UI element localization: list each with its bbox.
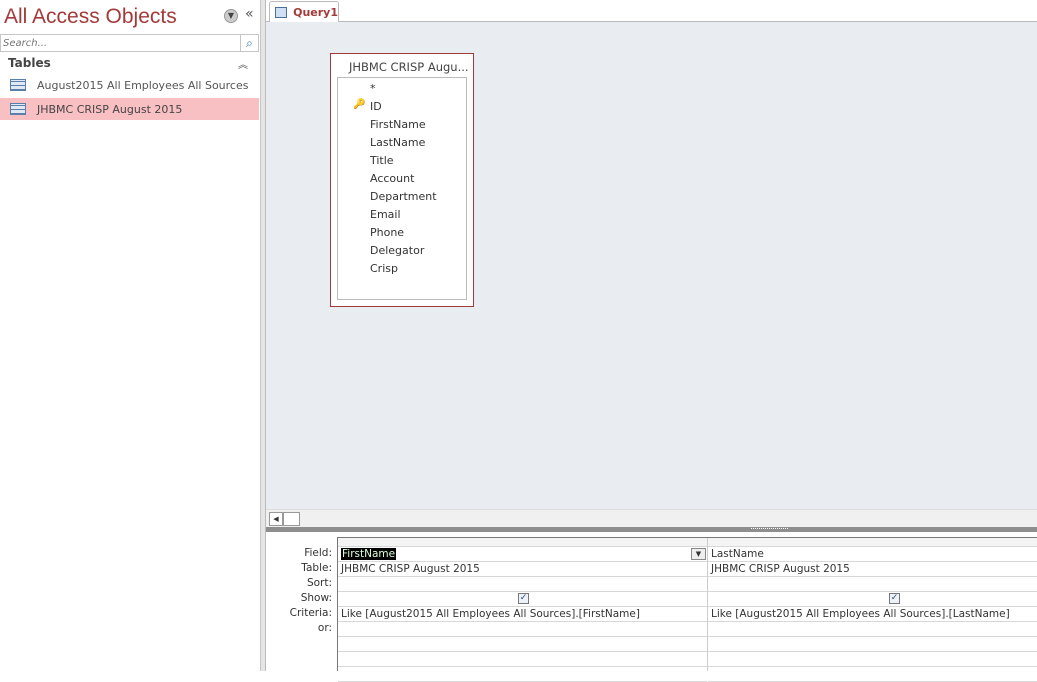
empty-cell[interactable] bbox=[708, 667, 1037, 682]
field-cell[interactable]: FirstName ▼ bbox=[338, 547, 707, 562]
field-item[interactable]: Delegator bbox=[370, 244, 424, 257]
criteria-cell[interactable]: Like [August2015 All Employees All Sourc… bbox=[338, 607, 707, 622]
or-cell[interactable] bbox=[338, 622, 707, 637]
show-checkbox[interactable]: ✓ bbox=[518, 593, 529, 604]
dropdown-arrow-icon[interactable]: ▼ bbox=[691, 548, 706, 560]
column-selector[interactable] bbox=[338, 538, 707, 547]
field-item[interactable]: ID bbox=[370, 100, 382, 113]
search-box: ⌕ bbox=[0, 34, 259, 52]
row-label-field: Field: bbox=[304, 547, 332, 559]
field-item[interactable]: Email bbox=[370, 208, 401, 221]
field-item[interactable]: * bbox=[370, 82, 376, 95]
nav-item-table-selected[interactable]: JHBMC CRISP August 2015 bbox=[0, 98, 259, 120]
nav-item-table[interactable]: August2015 All Employees All Sources bbox=[0, 74, 259, 96]
show-cell: ✓ bbox=[338, 592, 707, 607]
table-icon bbox=[10, 103, 26, 115]
field-value: FirstName bbox=[341, 548, 397, 560]
query-icon bbox=[275, 7, 288, 18]
field-item[interactable]: Crisp bbox=[370, 262, 398, 275]
row-label-criteria: Criteria: bbox=[289, 607, 332, 619]
table-cell[interactable]: JHBMC CRISP August 2015 bbox=[338, 562, 707, 577]
scroll-left-arrow-icon[interactable]: ◀ bbox=[269, 512, 283, 526]
search-input[interactable] bbox=[1, 35, 240, 51]
row-label-sort: Sort: bbox=[306, 577, 332, 589]
document-tabs: Query1 bbox=[266, 0, 1037, 23]
table-field-list[interactable]: JHBMC CRISP Augu... 🔑 * ID FirstName Las… bbox=[330, 53, 474, 307]
tab-query1[interactable]: Query1 bbox=[269, 1, 339, 23]
sort-cell[interactable] bbox=[708, 577, 1037, 592]
row-label-table: Table: bbox=[301, 562, 332, 574]
show-checkbox[interactable]: ✓ bbox=[889, 593, 900, 604]
nav-item-label: JHBMC CRISP August 2015 bbox=[37, 102, 183, 116]
grid-column-2: LastName JHBMC CRISP August 2015 ✓ Like … bbox=[708, 538, 1037, 682]
row-label-show: Show: bbox=[300, 592, 332, 604]
field-item[interactable]: Phone bbox=[370, 226, 404, 239]
field-item[interactable]: LastName bbox=[370, 136, 425, 149]
empty-cell[interactable] bbox=[338, 652, 707, 667]
grid-column-1: FirstName ▼ JHBMC CRISP August 2015 ✓ Lik… bbox=[338, 538, 708, 682]
empty-cell[interactable] bbox=[338, 637, 707, 652]
empty-cell[interactable] bbox=[708, 652, 1037, 667]
show-cell: ✓ bbox=[708, 592, 1037, 607]
sort-cell[interactable] bbox=[338, 577, 707, 592]
nav-pane-title[interactable]: All Access Objects bbox=[4, 5, 177, 29]
query-design-area: JHBMC CRISP Augu... 🔑 * ID FirstName Las… bbox=[266, 22, 1037, 509]
collapse-pane-icon[interactable]: « bbox=[245, 6, 254, 22]
nav-menu-dropdown-icon[interactable]: ▼ bbox=[224, 9, 238, 23]
scroll-thumb[interactable] bbox=[283, 512, 300, 526]
row-label-or: or: bbox=[317, 622, 332, 634]
criteria-cell[interactable]: Like [August2015 All Employees All Sourc… bbox=[708, 607, 1037, 622]
group-header-tables[interactable]: Tables bbox=[8, 56, 51, 70]
table-icon bbox=[10, 79, 26, 91]
horizontal-scrollbar[interactable]: ◀ bbox=[266, 509, 1037, 527]
empty-cell[interactable] bbox=[338, 667, 707, 682]
or-cell[interactable] bbox=[708, 622, 1037, 637]
tab-label: Query1 bbox=[293, 6, 338, 19]
field-list-title[interactable]: JHBMC CRISP Augu... bbox=[349, 60, 469, 74]
column-selector[interactable] bbox=[708, 538, 1037, 547]
empty-cell[interactable] bbox=[708, 637, 1037, 652]
table-cell[interactable]: JHBMC CRISP August 2015 bbox=[708, 562, 1037, 577]
field-item[interactable]: Title bbox=[370, 154, 394, 167]
query-design-grid: Field: Table: Sort: Show: Criteria: or: … bbox=[266, 532, 1037, 682]
field-item[interactable]: Department bbox=[370, 190, 437, 203]
field-item[interactable]: FirstName bbox=[370, 118, 426, 131]
nav-item-label: August2015 All Employees All Sources bbox=[37, 78, 249, 92]
field-item[interactable]: Account bbox=[370, 172, 414, 185]
primary-key-icon: 🔑 bbox=[353, 99, 366, 110]
search-icon[interactable]: ⌕ bbox=[240, 35, 258, 51]
field-cell[interactable]: LastName bbox=[708, 547, 1037, 562]
grid-columns: FirstName ▼ JHBMC CRISP August 2015 ✓ Lik… bbox=[337, 537, 1037, 682]
navigation-pane: All Access Objects ▼ « ⌕ Tables ︽ August… bbox=[0, 0, 261, 671]
field-list-box: 🔑 * ID FirstName LastName Title Account … bbox=[337, 77, 467, 300]
group-collapse-icon[interactable]: ︽ bbox=[238, 56, 248, 71]
